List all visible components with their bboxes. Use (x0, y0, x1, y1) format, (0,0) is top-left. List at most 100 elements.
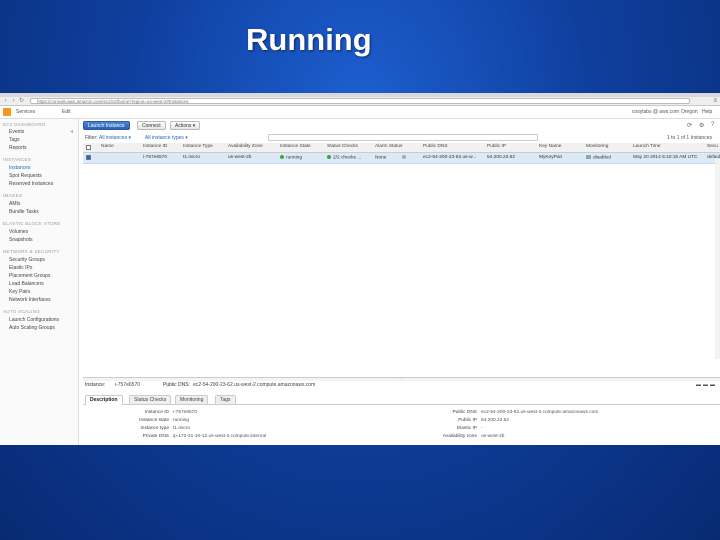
sidebar-section: AUTO SCALING (3, 309, 41, 314)
column-header[interactable]: Instance State (280, 144, 311, 149)
pagination-info: 1 to 1 of 1 Instances (666, 135, 712, 141)
aws-top-nav: Services Edit cosylabs @ aws.com Oregon … (0, 106, 720, 119)
field-label: Public IP (458, 418, 477, 423)
cell-public-ip: 54.200.23.62 (487, 155, 516, 160)
field-label: Public DNS (452, 410, 477, 415)
instance-type-filter[interactable]: All instance types ▾ (145, 135, 188, 141)
search-input[interactable] (268, 134, 538, 141)
cell-status-checks: 2/2 checks ... (327, 155, 361, 160)
cell-instance-type: t1.micro (183, 155, 201, 160)
table-row[interactable]: i-757e6570 t1.micro us-west-2b running 2… (83, 153, 720, 164)
pane-layout-icons[interactable]: ▬▬▬ (696, 382, 717, 388)
sidebar-item-network-interfaces[interactable]: Network Interfaces (9, 297, 51, 303)
sidebar-item-events[interactable]: Events (9, 129, 24, 135)
region-menu[interactable]: Oregon (681, 109, 698, 115)
field-label: Private DNS (142, 434, 169, 439)
services-menu[interactable]: Services (16, 109, 35, 115)
gear-icon[interactable]: ⚙ (699, 122, 704, 129)
select-all-checkbox[interactable] (86, 145, 91, 150)
back-arrow-icon[interactable]: ‹ (2, 97, 9, 105)
actions-button[interactable]: Actions ▾ (170, 121, 201, 130)
field-label: Instance state (139, 418, 169, 423)
sidebar-section[interactable]: EC2 DASHBOARD (3, 122, 45, 127)
cell-alarm: None (375, 155, 408, 160)
slide-title: Running (246, 22, 372, 57)
edit-menu[interactable]: Edit (62, 109, 71, 115)
state-text: running (286, 155, 303, 161)
sidebar-item-load-balancers[interactable]: Load Balancers (9, 281, 44, 287)
filter-label: Filter: (85, 135, 98, 141)
monitoring-text: disabled (593, 155, 611, 161)
column-header[interactable]: Instance ID (143, 144, 167, 149)
alarm-bell-icon[interactable] (401, 155, 406, 159)
reload-icon[interactable]: ↻ (18, 97, 25, 105)
sidebar-item-snapshots[interactable]: Snapshots (9, 237, 33, 243)
forward-arrow-icon[interactable]: › (10, 97, 17, 105)
sidebar-item-amis[interactable]: AMIs (9, 201, 20, 207)
tab-status-checks[interactable]: Status Checks (129, 395, 172, 404)
field-value: us-west-2b (481, 434, 505, 439)
checks-text: 2/2 checks ... (333, 155, 362, 161)
column-header[interactable]: Public DNS (423, 144, 448, 149)
connect-button[interactable]: Connect (137, 121, 166, 130)
sidebar-item-security-groups[interactable]: Security Groups (9, 257, 45, 263)
row-checkbox[interactable] (86, 155, 91, 160)
sidebar-item-placement-groups[interactable]: Placement Groups (9, 273, 50, 279)
sidebar-item-instances[interactable]: Instances (9, 165, 30, 171)
column-header[interactable]: Status Checks (327, 144, 358, 149)
sidebar: ◂ EC2 DASHBOARD Events Tags Reports INST… (0, 119, 79, 445)
cell-zone: us-west-2b (228, 155, 252, 160)
field-label: Availability zone (442, 434, 477, 439)
sidebar-item-bundle-tasks[interactable]: Bundle Tasks (9, 209, 39, 215)
monitoring-icon (586, 155, 591, 159)
sidebar-item-reserved-instances[interactable]: Reserved Instances (9, 181, 53, 187)
column-header[interactable]: Name (101, 144, 114, 149)
column-header[interactable]: Monitoring (586, 144, 608, 149)
detail-instance-id: i-757e6570 (115, 382, 141, 388)
sidebar-item-tags[interactable]: Tags (9, 137, 20, 143)
toolbar: Launch Instance Connect Actions ▾ ⟳ ⚙ ? (79, 119, 720, 133)
table-scrollbar[interactable] (715, 159, 720, 359)
detail-dns-label: Public DNS: (163, 382, 190, 388)
column-header[interactable]: Launch Time (633, 144, 660, 149)
url-input[interactable]: https://console.aws.amazon.com/ec2/v2/ho… (30, 98, 690, 104)
launch-instance-button[interactable]: Launch Instance (83, 121, 130, 130)
sidebar-item-launch-configurations[interactable]: Launch Configurations (9, 317, 59, 323)
tab-tags[interactable]: Tags (215, 395, 236, 404)
detail-tabs: Description Status Checks Monitoring Tag… (83, 394, 720, 405)
account-menu[interactable]: cosylabs @ aws.com (632, 109, 679, 115)
sidebar-item-spot-requests[interactable]: Spot Requests (9, 173, 42, 179)
cell-instance-id: i-757e6570 (143, 155, 168, 160)
alarm-text: None (375, 155, 387, 161)
tab-monitoring[interactable]: Monitoring (175, 395, 209, 404)
help-menu[interactable]: Help (702, 109, 712, 115)
field-value: running (173, 418, 190, 423)
refresh-icon[interactable]: ⟳ (687, 122, 692, 129)
column-header[interactable]: Key Name (539, 144, 561, 149)
sidebar-item-reports[interactable]: Reports (9, 145, 27, 151)
cell-launch-time: May 20 2014 5:10:15 AM UTC (633, 155, 698, 160)
aws-logo-icon[interactable] (3, 108, 11, 116)
field-value: ec2-54-200-23-62.us-west-2.compute.amazo… (481, 410, 599, 415)
field-value: ip-172-31-10-12.us-west-2.compute.intern… (173, 434, 267, 439)
column-header[interactable]: Public IP (487, 144, 506, 149)
sidebar-section: IMAGES (3, 193, 23, 198)
instance-state-filter[interactable]: All instances ▾ (99, 135, 131, 141)
column-header[interactable]: Availability Zone (228, 144, 263, 149)
sidebar-item-key-pairs[interactable]: Key Pairs (9, 289, 30, 295)
sidebar-item-volumes[interactable]: Volumes (9, 229, 28, 235)
sidebar-section: ELASTIC BLOCK STORE (3, 221, 61, 226)
running-dot-icon (280, 155, 284, 159)
sidebar-item-elastic-ips[interactable]: Elastic IPs (9, 265, 32, 271)
help-icon[interactable]: ? (711, 122, 714, 128)
column-header[interactable]: Alarm Status (375, 144, 402, 149)
check-ok-icon (327, 155, 331, 159)
cell-public-dns: ec2-54-200-23-62.us-w... (423, 155, 477, 160)
sidebar-item-auto-scaling-groups[interactable]: Auto Scaling Groups (9, 325, 55, 331)
tab-description[interactable]: Description (85, 395, 123, 405)
menu-icon[interactable]: ≡ (713, 97, 717, 105)
column-header[interactable]: Secu (707, 144, 718, 149)
field-value: - (481, 426, 483, 431)
column-header[interactable]: Instance Type (183, 144, 213, 149)
collapse-sidebar-icon[interactable]: ◂ (70, 128, 73, 135)
